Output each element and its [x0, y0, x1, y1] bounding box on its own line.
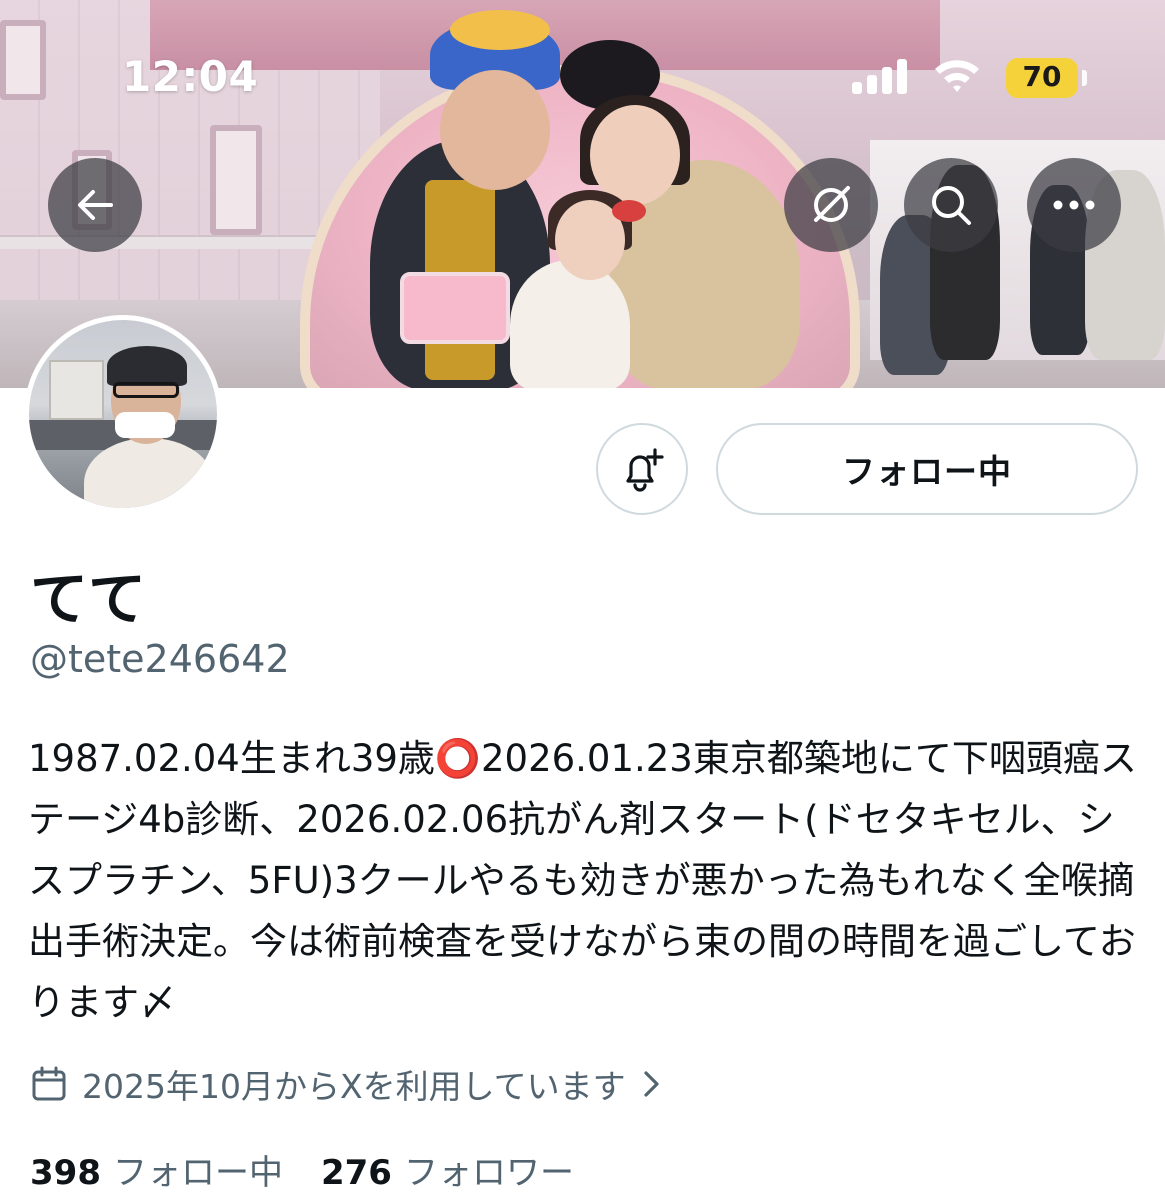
- avatar-cap: [107, 346, 187, 386]
- chevron-right-icon: [643, 1071, 659, 1097]
- following-count: 398: [30, 1153, 101, 1193]
- bell-plus-icon: [626, 448, 664, 492]
- calendar-icon: [32, 1066, 66, 1101]
- more-button[interactable]: [1027, 158, 1121, 252]
- status-time: 12:04: [122, 52, 259, 101]
- notifications-button[interactable]: [596, 423, 688, 515]
- banner-hat-plush: [450, 10, 550, 50]
- followers-count-link[interactable]: 276 フォロワー: [321, 1145, 574, 1194]
- search-button[interactable]: [904, 158, 998, 252]
- search-icon: [932, 186, 971, 225]
- grok-icon: [814, 186, 850, 222]
- display-name: てて: [30, 565, 147, 633]
- banner-bow: [612, 200, 646, 222]
- battery-level: 70: [1022, 60, 1062, 93]
- banner-rail: [0, 235, 360, 249]
- cellular-signal-icon: [852, 58, 910, 94]
- grok-button[interactable]: [784, 158, 878, 252]
- avatar-glasses: [113, 382, 179, 398]
- banner-face: [590, 105, 680, 205]
- banner-toy-box: [400, 272, 510, 344]
- avatar-building: [49, 360, 104, 420]
- followers-count: 276: [320, 1153, 392, 1193]
- banner-face: [440, 70, 550, 190]
- profile-bio: 1987.02.04生まれ39歳⭕️2026.01.23東京都築地にて下咽頭癌ス…: [28, 737, 1137, 1024]
- avatar-mask: [115, 412, 175, 438]
- back-button[interactable]: [48, 158, 142, 252]
- banner-window: [0, 20, 46, 100]
- joined-date-text: 2025年10月からXを利用しています: [82, 1067, 626, 1106]
- following-count-link[interactable]: 398 フォロー中: [30, 1145, 283, 1194]
- more-horizontal-icon: [1053, 200, 1095, 210]
- following-button[interactable]: フォロー中: [716, 423, 1138, 515]
- avatar[interactable]: [24, 315, 222, 513]
- battery-tip: [1082, 70, 1087, 86]
- following-label: フォロー中: [112, 1153, 283, 1193]
- arrow-left-icon: [78, 190, 113, 220]
- banner-window: [210, 125, 262, 235]
- follow-stats: 398 フォロー中 276 フォロワー: [30, 1145, 574, 1194]
- user-handle: @tete246642: [30, 637, 290, 681]
- banner-person-child: [510, 260, 630, 388]
- followers-label: フォロワー: [403, 1153, 574, 1193]
- battery-indicator: 70: [1006, 58, 1078, 98]
- joined-date[interactable]: 2025年10月からXを利用しています: [30, 1060, 676, 1108]
- wifi-icon: [935, 60, 979, 92]
